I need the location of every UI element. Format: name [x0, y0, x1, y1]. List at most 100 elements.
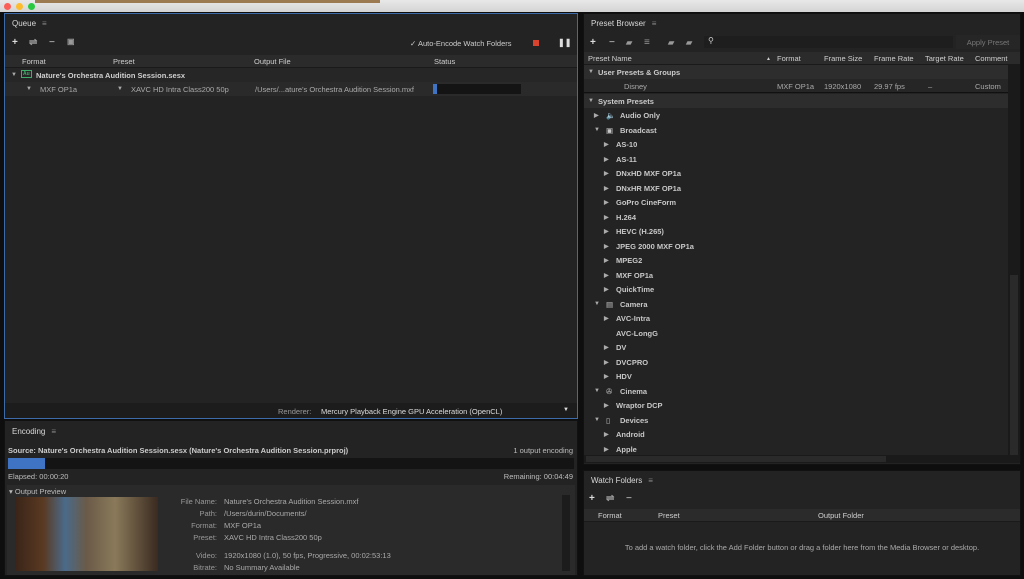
minimize-window-button[interactable] [16, 3, 23, 10]
collapsed-arrow-icon[interactable]: ▶ [604, 402, 609, 409]
preset-tree-item[interactable]: ▼ ✇ Cinema [584, 384, 1004, 399]
collapsed-arrow-icon[interactable]: ▶ [604, 156, 609, 163]
preset-tree-item[interactable]: ▶ DV [584, 340, 1004, 355]
import-preset-icon[interactable]: ▰ [668, 38, 674, 47]
expand-arrow-icon[interactable]: ▼ [588, 69, 594, 75]
preset-tree-item[interactable]: ▶ MXF OP1a [584, 268, 1004, 283]
panel-menu-icon[interactable]: ≡ [652, 19, 657, 28]
collapsed-arrow-icon[interactable]: ▶ [604, 141, 609, 148]
preset-tree-item[interactable]: ▼ ▯ Devices [584, 413, 1004, 428]
preset-tree-item[interactable]: ▶ DVCPRO [584, 355, 1004, 370]
collapsed-arrow-icon[interactable]: ▶ [604, 199, 609, 206]
preset-settings-icon[interactable]: ≡ [644, 37, 650, 48]
preset-tree-item[interactable]: AVC-LongG [584, 326, 1004, 341]
item-output-file[interactable]: /Users/...ature's Orchestra Audition Ses… [255, 85, 414, 94]
preset-row-disney[interactable]: Disney MXF OP1a 1920x1080 29.97 fps – Cu… [584, 79, 1008, 93]
preset-vertical-scrollbar[interactable] [1008, 65, 1020, 463]
system-presets-group[interactable]: ▼ System Presets [584, 94, 1008, 108]
zoom-window-button[interactable] [28, 3, 35, 10]
add-folder-icon[interactable]: + [589, 493, 595, 504]
collapsed-arrow-icon[interactable]: ▶ [604, 214, 609, 221]
panel-menu-icon[interactable]: ≡ [648, 476, 653, 485]
preset-tree-item[interactable]: ▶ DNxHD MXF OP1a [584, 166, 1004, 181]
expanded-arrow-icon[interactable]: ▼ [594, 127, 600, 133]
expand-arrow-icon[interactable]: ▼ [588, 98, 594, 104]
collapsed-arrow-icon[interactable]: ▶ [604, 344, 609, 351]
collapsed-arrow-icon[interactable]: ▶ [604, 185, 609, 192]
expanded-arrow-icon[interactable]: ▼ [594, 301, 600, 307]
add-source-icon[interactable]: + [12, 37, 18, 48]
preset-tree-item[interactable]: ▶ DNxHR MXF OP1a [584, 181, 1004, 196]
panel-menu-icon[interactable]: ≡ [42, 19, 47, 28]
col-format[interactable]: Format [777, 54, 801, 63]
collapsed-arrow-icon[interactable]: ▶ [604, 228, 609, 235]
apply-preset-button[interactable]: Apply Preset [956, 35, 1020, 49]
col-output-file[interactable]: Output File [254, 57, 291, 66]
export-preset-icon[interactable]: ▰ [686, 38, 692, 47]
expanded-arrow-icon[interactable]: ▼ [594, 417, 600, 423]
collapsed-arrow-icon[interactable]: ▶ [604, 373, 609, 380]
new-preset-icon[interactable]: + [590, 37, 596, 48]
item-format[interactable]: MXF OP1a [40, 85, 77, 94]
preset-tree-item[interactable]: ▶ MPEG2 [584, 253, 1004, 268]
preset-search-input[interactable]: ⚲ [704, 36, 953, 48]
duplicate-icon[interactable]: ▣ [67, 37, 75, 46]
col-format[interactable]: Format [22, 57, 46, 66]
col-preset[interactable]: Preset [113, 57, 135, 66]
auto-encode-checkbox[interactable]: ✓ Auto-Encode Watch Folders [410, 39, 511, 48]
collapsed-arrow-icon[interactable]: ▶ [604, 272, 609, 279]
preset-horizontal-scrollbar[interactable] [584, 455, 1008, 463]
stop-queue-button[interactable] [533, 40, 539, 46]
col-frame-rate[interactable]: Frame Rate [874, 54, 914, 63]
remove-folder-icon[interactable]: − [626, 493, 632, 504]
h-scrollbar-thumb[interactable] [586, 456, 886, 462]
preset-dropdown-icon[interactable]: ▼ [117, 86, 123, 92]
preset-tree-item[interactable]: ▶ HDV [584, 369, 1004, 384]
collapsed-arrow-icon[interactable]: ▶ [604, 431, 609, 438]
preset-tree-item[interactable]: ▼ ▤ Camera [584, 297, 1004, 312]
expand-arrow-icon[interactable]: ▼ [11, 72, 17, 78]
collapsed-arrow-icon[interactable]: ▶ [604, 243, 609, 250]
preset-tree-item[interactable]: ▶ HEVC (H.265) [584, 224, 1004, 239]
preset-tree-item[interactable]: ▶ Android [584, 427, 1004, 442]
preset-tree-item[interactable]: ▶ GoPro CineForm [584, 195, 1004, 210]
scrollbar-thumb[interactable] [1010, 275, 1018, 455]
preview-scrollbar[interactable] [562, 495, 570, 571]
collapsed-arrow-icon[interactable]: ▶ [604, 359, 609, 366]
queue-group-row[interactable]: ▼ Au Nature's Orchestra Audition Session… [5, 68, 577, 82]
renderer-select[interactable]: Mercury Playback Engine GPU Acceleration… [321, 407, 502, 416]
chevron-down-icon[interactable]: ▼ [563, 407, 569, 413]
panel-menu-icon[interactable]: ≡ [51, 427, 56, 436]
col-comment[interactable]: Comment [975, 54, 1008, 63]
preset-tree-item[interactable]: ▶ AS-10 [584, 137, 1004, 152]
item-preset[interactable]: XAVC HD Intra Class200 50p [131, 85, 229, 94]
col-preset-name[interactable]: Preset Name [588, 54, 632, 63]
remove-preset-icon[interactable]: − [609, 37, 615, 48]
close-window-button[interactable] [4, 3, 11, 10]
collapsed-arrow-icon[interactable]: ▶ [604, 286, 609, 293]
preset-tree-item[interactable]: ▶ QuickTime [584, 282, 1004, 297]
collapsed-arrow-icon[interactable]: ▶ [604, 257, 609, 264]
queue-item-row[interactable]: ▼ MXF OP1a ▼ XAVC HD Intra Class200 50p … [5, 82, 577, 96]
preset-tree-item[interactable]: ▶ JPEG 2000 MXF OP1a [584, 239, 1004, 254]
pause-queue-button[interactable]: ❚❚ [558, 38, 571, 47]
preset-tree-item[interactable]: ▶ 🔈 Audio Only [584, 108, 1004, 123]
preset-settings-icon[interactable]: ⇌ [29, 37, 37, 48]
remove-icon[interactable]: − [49, 37, 55, 48]
preset-tree-item[interactable]: ▶ AVC-Intra [584, 311, 1004, 326]
collapsed-arrow-icon[interactable]: ▶ [604, 446, 609, 453]
preset-tree-item[interactable]: ▶ Wraptor DCP [584, 398, 1004, 413]
new-group-icon[interactable]: ▰ [626, 38, 632, 47]
preset-tree-item[interactable]: ▼ ▣ Broadcast [584, 123, 1004, 138]
expanded-arrow-icon[interactable]: ▼ [594, 388, 600, 394]
user-presets-group[interactable]: ▼ User Presets & Groups [584, 65, 1008, 79]
collapsed-arrow-icon[interactable]: ▶ [594, 112, 599, 119]
col-frame-size[interactable]: Frame Size [824, 54, 862, 63]
preset-settings-icon[interactable]: ⇌ [606, 493, 614, 504]
collapsed-arrow-icon[interactable]: ▶ [604, 315, 609, 322]
collapsed-arrow-icon[interactable]: ▶ [604, 170, 609, 177]
preset-tree-item[interactable]: ▶ AS-11 [584, 152, 1004, 167]
col-status[interactable]: Status [434, 57, 455, 66]
preset-tree-item[interactable]: ▶ H.264 [584, 210, 1004, 225]
preset-tree-item[interactable]: ▶ Apple [584, 442, 1004, 456]
